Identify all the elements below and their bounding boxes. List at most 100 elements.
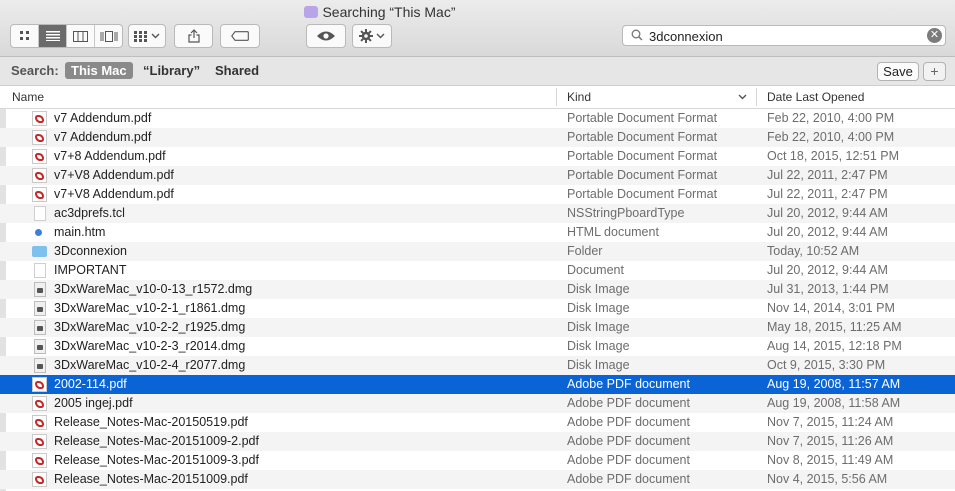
icon-view-button[interactable] — [11, 25, 39, 47]
file-row[interactable]: Release_Notes-Mac-20150519.pdf Adobe PDF … — [0, 413, 955, 432]
file-row[interactable]: 2005 ingej.pdf Adobe PDF document Aug 19, … — [0, 394, 955, 413]
doc-file-icon — [34, 263, 46, 278]
file-date-last-opened: Nov 7, 2015, 11:24 AM — [767, 415, 894, 429]
scope-label: Search: — [11, 63, 59, 78]
file-row[interactable]: 3Dconnexion Folder Today, 10:52 AM — [0, 242, 955, 261]
file-kind: Adobe PDF document — [567, 453, 690, 467]
file-row[interactable]: 3DxWareMac_v10-2-4_r2077.dmg Disk Image Oc… — [0, 356, 955, 375]
file-row[interactable]: 3DxWareMac_v10-2-1_r1861.dmg Disk Image No… — [0, 299, 955, 318]
file-name: ac3dprefs.tcl — [54, 206, 125, 220]
coverflow-view-button[interactable] — [95, 25, 122, 47]
scope-shared[interactable]: Shared — [209, 62, 265, 79]
file-row[interactable]: v7+8 Addendum.pdf Portable Document Forma… — [0, 147, 955, 166]
file-name: v7+V8 Addendum.pdf — [54, 168, 174, 182]
quick-look-button[interactable] — [306, 24, 346, 48]
dmg-file-icon — [34, 301, 46, 316]
pdf-file-icon — [32, 111, 47, 126]
file-kind: Portable Document Format — [567, 187, 718, 201]
column-divider[interactable] — [756, 88, 757, 106]
file-date-last-opened: Nov 7, 2015, 11:26 AM — [767, 434, 894, 448]
file-row[interactable]: Release_Notes-Mac-20151009-2.pdf Adobe PD… — [0, 432, 955, 451]
search-field[interactable]: ✕ — [622, 25, 946, 46]
column-name[interactable]: Name — [12, 90, 44, 104]
file-date-last-opened: Feb 22, 2010, 4:00 PM — [767, 111, 895, 125]
file-kind: NSStringPboardType — [567, 206, 685, 220]
file-date-last-opened: Jul 20, 2012, 9:44 AM — [767, 263, 888, 277]
file-kind: HTML document — [567, 225, 659, 239]
file-row[interactable]: 2002-114.pdf Adobe PDF document Aug 19, 20… — [0, 375, 955, 394]
file-row[interactable]: v7+V8 Addendum.pdf Portable Document Form… — [0, 166, 955, 185]
file-kind: Adobe PDF document — [567, 434, 690, 448]
arrange-button[interactable] — [128, 24, 166, 48]
html-file-icon — [32, 225, 47, 240]
file-date-last-opened: Today, 10:52 AM — [767, 244, 860, 258]
column-date-last-opened[interactable]: Date Last Opened — [767, 90, 864, 104]
pdf-file-icon — [32, 187, 47, 202]
list-view-button[interactable] — [39, 25, 67, 47]
file-name: v7 Addendum.pdf — [54, 111, 152, 125]
pdf-file-icon — [32, 415, 47, 430]
pdf-file-icon — [32, 168, 47, 183]
file-date-last-opened: Jul 22, 2011, 2:47 PM — [767, 187, 888, 201]
file-kind: Disk Image — [567, 301, 630, 315]
dmg-file-icon — [34, 320, 46, 335]
file-name: 3Dconnexion — [54, 244, 127, 258]
list-view-icon — [45, 31, 60, 41]
clear-search-icon[interactable]: ✕ — [927, 28, 942, 43]
file-date-last-opened: Nov 14, 2014, 3:01 PM — [767, 301, 895, 315]
file-row[interactable]: main.htm HTML document Jul 20, 2012, 9:44 … — [0, 223, 955, 242]
chevron-down-icon — [376, 33, 385, 39]
file-row[interactable]: Release_Notes-Mac-20151009.pdf Adobe PDF … — [0, 470, 955, 489]
column-view-button[interactable] — [67, 25, 95, 47]
dmg-file-icon — [34, 358, 46, 373]
file-kind: Disk Image — [567, 358, 630, 372]
file-row[interactable]: v7 Addendum.pdf Portable Document Format F… — [0, 128, 955, 147]
file-row[interactable]: 3DxWareMac_v10-2-3_r2014.dmg Disk Image Au… — [0, 337, 955, 356]
file-date-last-opened: Oct 18, 2015, 12:51 PM — [767, 149, 900, 163]
action-menu-button[interactable] — [352, 24, 392, 48]
pdf-file-icon — [32, 396, 47, 411]
pdf-file-icon — [32, 453, 47, 468]
tag-button[interactable] — [220, 24, 260, 48]
scope-library[interactable]: “Library” — [137, 62, 206, 79]
file-row[interactable]: IMPORTANT Document Jul 20, 2012, 9:44 AM — [0, 261, 955, 280]
file-row[interactable]: v7 Addendum.pdf Portable Document Format F… — [0, 109, 955, 128]
scope-this-mac[interactable]: This Mac — [65, 62, 133, 79]
coverflow-view-icon — [100, 30, 117, 42]
icon-view-icon — [19, 31, 29, 40]
folder-file-icon — [32, 246, 47, 257]
dmg-file-icon — [34, 282, 46, 297]
file-date-last-opened: Jul 20, 2012, 9:44 AM — [767, 206, 888, 220]
file-row[interactable]: Release_Notes-Mac-20151009-3.pdf Adobe PD… — [0, 451, 955, 470]
search-input[interactable] — [647, 27, 921, 46]
save-search-button[interactable]: Save — [877, 62, 919, 81]
file-row[interactable]: 3DxWareMac_v10-2-2_r1925.dmg Disk Image Ma… — [0, 318, 955, 337]
file-name: Release_Notes-Mac-20151009-3.pdf — [54, 453, 259, 467]
file-name: 3DxWareMac_v10-2-1_r1861.dmg — [54, 301, 246, 315]
column-kind[interactable]: Kind — [567, 90, 591, 104]
file-row[interactable]: 3DxWareMac_v10-0-13_r1572.dmg Disk Image J… — [0, 280, 955, 299]
pdf-file-icon — [32, 472, 47, 487]
file-name: 3DxWareMac_v10-2-4_r2077.dmg — [54, 358, 246, 372]
file-kind: Folder — [567, 244, 603, 258]
column-divider[interactable] — [556, 88, 557, 106]
file-name: Release_Notes-Mac-20151009-2.pdf — [54, 434, 259, 448]
file-list: v7 Addendum.pdf Portable Document Format F… — [0, 109, 955, 489]
grid-icon — [134, 30, 147, 42]
file-row[interactable]: v7+V8 Addendum.pdf Portable Document Form… — [0, 185, 955, 204]
add-criteria-button[interactable]: + — [923, 62, 946, 81]
share-button[interactable] — [174, 24, 213, 48]
file-kind: Adobe PDF document — [567, 396, 690, 410]
window-title: Searching “This Mac” — [0, 4, 760, 20]
doc-file-icon — [34, 206, 46, 221]
file-date-last-opened: Oct 9, 2015, 3:30 PM — [767, 358, 886, 372]
file-row[interactable]: ac3dprefs.tcl NSStringPboardType Jul 20, 2… — [0, 204, 955, 223]
file-name: v7+V8 Addendum.pdf — [54, 187, 174, 201]
file-name: Release_Notes-Mac-20151009.pdf — [54, 472, 248, 486]
chevron-down-icon — [151, 33, 160, 39]
dmg-file-icon — [34, 339, 46, 354]
file-kind: Portable Document Format — [567, 130, 718, 144]
pdf-file-icon — [32, 149, 47, 164]
file-name: v7+8 Addendum.pdf — [54, 149, 166, 163]
file-kind: Disk Image — [567, 320, 630, 334]
